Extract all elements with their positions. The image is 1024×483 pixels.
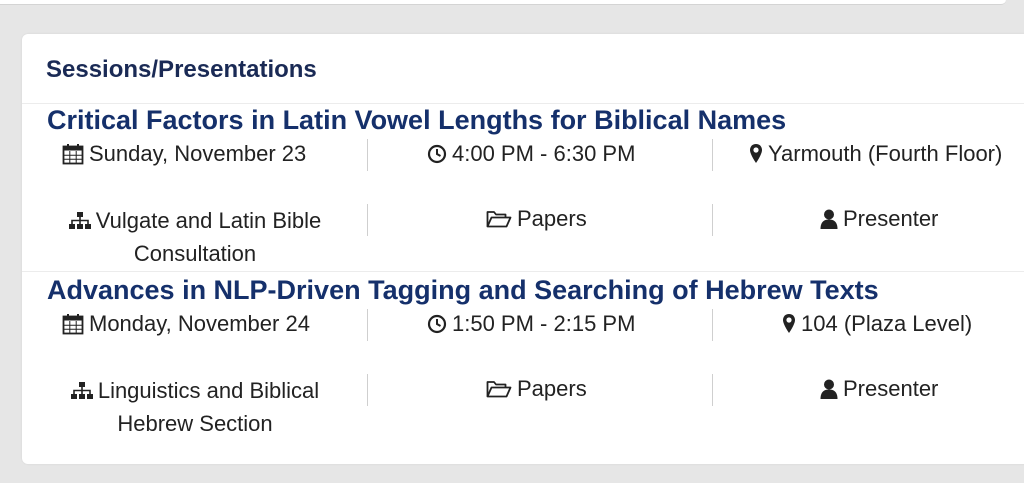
session-date: Monday, November 24: [62, 311, 310, 337]
session-program-unit: Vulgate and Latin Bible Consultation: [50, 204, 340, 270]
clock-icon: [427, 144, 447, 164]
column-separator: [367, 374, 368, 406]
session-time: 4:00 PM - 6:30 PM: [427, 141, 635, 167]
map-marker-icon: [749, 143, 763, 165]
session-type: Papers: [486, 206, 587, 232]
clock-icon: [427, 314, 447, 334]
folder-open-icon: [486, 209, 512, 229]
session-program-unit: Linguistics and Biblical Hebrew Section: [50, 374, 340, 440]
calendar-icon: [62, 313, 84, 335]
session-divider: [22, 271, 1024, 272]
session-program-unit-text: Vulgate and Latin Bible Consultation: [95, 208, 322, 266]
calendar-icon: [62, 143, 84, 165]
session-role-text: Presenter: [843, 206, 939, 231]
column-separator: [367, 309, 368, 341]
session-type-text: Papers: [517, 376, 587, 401]
session-title-link[interactable]: Advances in NLP-Driven Tagging and Searc…: [47, 275, 879, 306]
session-type: Papers: [486, 376, 587, 402]
session-program-unit-text: Linguistics and Biblical Hebrew Section: [97, 378, 320, 436]
session-title-link[interactable]: Critical Factors in Latin Vowel Lengths …: [47, 105, 786, 136]
column-separator: [367, 139, 368, 171]
session-date-text: Sunday, November 23: [89, 141, 307, 166]
session-date-text: Monday, November 24: [89, 311, 310, 336]
column-separator: [712, 139, 713, 171]
map-marker-icon: [782, 313, 796, 335]
sitemap-icon: [70, 382, 93, 400]
session-type-text: Papers: [517, 206, 587, 231]
session-time-text: 4:00 PM - 6:30 PM: [452, 141, 636, 166]
session-location-text: Yarmouth (Fourth Floor): [768, 141, 1003, 166]
sitemap-icon: [68, 212, 91, 230]
column-separator: [712, 204, 713, 236]
session-role: Presenter: [820, 206, 938, 232]
session-location: 104 (Plaza Level): [782, 311, 972, 337]
session-role-text: Presenter: [843, 376, 939, 401]
session-time-text: 1:50 PM - 2:15 PM: [452, 311, 636, 336]
session-date: Sunday, November 23: [62, 141, 306, 167]
user-icon: [820, 379, 838, 399]
folder-open-icon: [486, 379, 512, 399]
section-divider: [22, 103, 1024, 104]
column-separator: [712, 309, 713, 341]
column-separator: [367, 204, 368, 236]
sessions-card: Sessions/Presentations Critical Factors …: [22, 34, 1024, 464]
section-title: Sessions/Presentations: [46, 56, 317, 83]
column-separator: [712, 374, 713, 406]
session-location-text: 104 (Plaza Level): [801, 311, 973, 336]
previous-card-edge: [0, 0, 1006, 5]
session-time: 1:50 PM - 2:15 PM: [427, 311, 635, 337]
user-icon: [820, 209, 838, 229]
session-location: Yarmouth (Fourth Floor): [749, 141, 1002, 167]
session-role: Presenter: [820, 376, 938, 402]
